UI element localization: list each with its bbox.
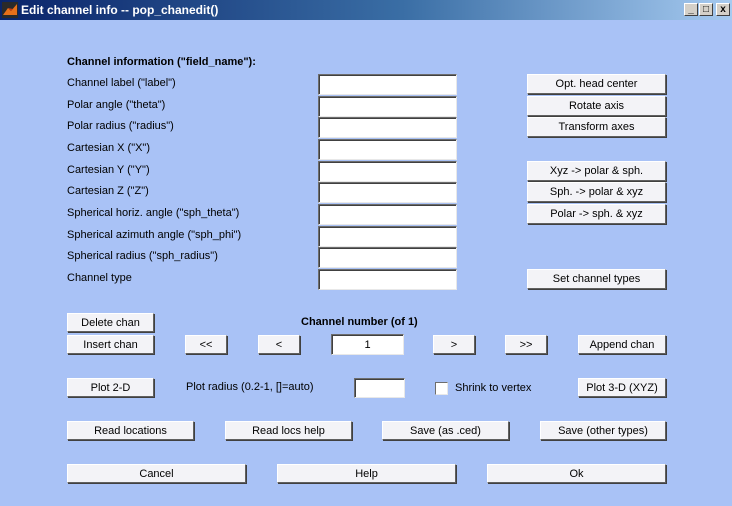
channel-number-input[interactable]: 1 xyxy=(331,334,404,355)
first-channel-button[interactable]: << xyxy=(185,335,227,354)
plot-radius-input[interactable] xyxy=(354,378,405,398)
cancel-button[interactable]: Cancel xyxy=(67,464,246,483)
field-label-sph-radius: Spherical radius ("sph_radius") xyxy=(67,250,218,262)
read-locs-help-button[interactable]: Read locs help xyxy=(225,421,352,440)
read-locations-button[interactable]: Read locations xyxy=(67,421,194,440)
z-input[interactable] xyxy=(318,182,457,203)
transform-axes-button[interactable]: Transform axes xyxy=(527,117,666,137)
save-ced-button[interactable]: Save (as .ced) xyxy=(382,421,509,440)
label-input[interactable] xyxy=(318,74,457,95)
field-label-sph-phi: Spherical azimuth angle ("sph_phi") xyxy=(67,229,242,241)
ok-button[interactable]: Ok xyxy=(487,464,666,483)
xyz-to-polar-button[interactable]: Xyz -> polar & sph. xyxy=(527,161,666,181)
y-input[interactable] xyxy=(318,161,457,182)
field-label-x: Cartesian X ("X") xyxy=(67,142,150,154)
field-label-z: Cartesian Z ("Z") xyxy=(67,185,149,197)
delete-chan-button[interactable]: Delete chan xyxy=(67,313,154,332)
next-channel-button[interactable]: > xyxy=(433,335,475,354)
matlab-icon xyxy=(2,2,18,18)
rotate-axis-button[interactable]: Rotate axis xyxy=(527,96,666,116)
maximize-button[interactable]: □ xyxy=(699,3,713,16)
type-input[interactable] xyxy=(318,269,457,290)
channel-number-label: Channel number (of 1) xyxy=(301,316,418,328)
field-label-type: Channel type xyxy=(67,272,132,284)
plot-radius-label: Plot radius (0.2-1, []=auto) xyxy=(186,381,314,393)
append-chan-button[interactable]: Append chan xyxy=(578,335,666,354)
field-label-y: Cartesian Y ("Y") xyxy=(67,164,150,176)
shrink-to-vertex-checkbox[interactable] xyxy=(435,382,448,395)
opt-head-center-button[interactable]: Opt. head center xyxy=(527,74,666,94)
help-button[interactable]: Help xyxy=(277,464,456,483)
minimize-button[interactable]: _ xyxy=(684,3,698,16)
x-input[interactable] xyxy=(318,139,457,160)
plot-3d-button[interactable]: Plot 3-D (XYZ) xyxy=(578,378,666,397)
dialog-body: Channel information ("field_name"): Chan… xyxy=(0,20,732,506)
close-button[interactable]: x xyxy=(716,3,730,16)
field-label-sph-theta: Spherical horiz. angle ("sph_theta") xyxy=(67,207,240,219)
field-label-radius: Polar radius ("radius") xyxy=(67,120,174,132)
section-title: Channel information ("field_name"): xyxy=(67,56,256,68)
save-other-types-button[interactable]: Save (other types) xyxy=(540,421,666,440)
radius-input[interactable] xyxy=(318,117,457,138)
sph-theta-input[interactable] xyxy=(318,204,457,225)
theta-input[interactable] xyxy=(318,96,457,117)
shrink-to-vertex-label: Shrink to vertex xyxy=(455,382,532,394)
sph-phi-input[interactable] xyxy=(318,226,457,247)
sph-radius-input[interactable] xyxy=(318,247,457,268)
last-channel-button[interactable]: >> xyxy=(505,335,547,354)
window-title: Edit channel info -- pop_chanedit() xyxy=(21,3,219,17)
plot-2d-button[interactable]: Plot 2-D xyxy=(67,378,154,397)
sph-to-polar-button[interactable]: Sph. -> polar & xyz xyxy=(527,182,666,202)
previous-channel-button[interactable]: < xyxy=(258,335,300,354)
polar-to-sph-button[interactable]: Polar -> sph. & xyz xyxy=(527,204,666,224)
insert-chan-button[interactable]: Insert chan xyxy=(67,335,154,354)
title-bar: Edit channel info -- pop_chanedit() _ □ … xyxy=(0,0,732,20)
field-label-theta: Polar angle ("theta") xyxy=(67,99,166,111)
field-label-label: Channel label ("label") xyxy=(67,77,176,89)
set-channel-types-button[interactable]: Set channel types xyxy=(527,269,666,289)
